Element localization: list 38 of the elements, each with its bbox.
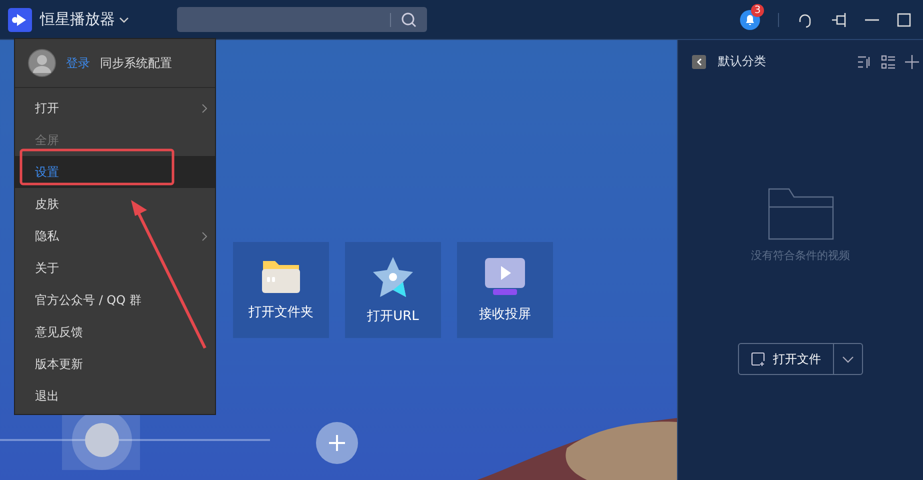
menu-item[interactable]: 隐私 — [15, 220, 215, 252]
logo-icon — [8, 8, 32, 32]
sort-icon[interactable] — [857, 54, 871, 68]
menu-item[interactable]: 关于 — [15, 252, 215, 284]
menu-item[interactable]: 打开 — [15, 92, 215, 124]
panel-title: 默认分类 — [718, 53, 766, 70]
caret-icon[interactable] — [119, 16, 129, 22]
quick-action-tile[interactable]: 接收投屏 — [457, 242, 553, 338]
plus-icon — [328, 434, 346, 452]
list-icon[interactable] — [881, 54, 895, 68]
notification-badge: 3 — [751, 4, 764, 16]
folder-icon — [261, 259, 301, 295]
collapse-button[interactable] — [692, 54, 706, 68]
add-icon[interactable] — [905, 54, 919, 68]
menu-item[interactable]: 设置 — [15, 156, 215, 188]
avatar-icon — [28, 49, 56, 77]
screen-play-icon — [484, 257, 526, 297]
quick-action-tile[interactable]: 打开URL — [345, 242, 441, 338]
maximize-icon[interactable] — [897, 12, 911, 26]
menu-item[interactable]: 版本更新 — [15, 348, 215, 380]
headset-icon[interactable] — [797, 12, 813, 28]
chevron-down-icon — [842, 356, 854, 362]
sync-label: 同步系统配置 — [100, 54, 172, 72]
minimize-icon[interactable] — [865, 18, 879, 20]
pin-icon[interactable] — [831, 12, 847, 28]
quick-action-tile[interactable]: 打开文件夹 — [233, 242, 329, 338]
chevron-left-icon — [696, 58, 702, 66]
add-button[interactable] — [316, 422, 358, 464]
empty-folder-icon — [768, 188, 834, 240]
menu-item[interactable]: 意见反馈 — [15, 316, 215, 348]
add-file-icon — [751, 352, 765, 366]
menu-item[interactable]: 皮肤 — [15, 188, 215, 220]
search-icon[interactable] — [401, 12, 417, 28]
app-name[interactable]: 恒星播放器 — [40, 10, 115, 29]
empty-message: 没有符合条件的视频 — [751, 248, 850, 263]
menu-item[interactable]: 官方公众号 / QQ 群 — [15, 284, 215, 316]
search-field[interactable] — [177, 7, 427, 32]
menu-item[interactable]: 退出 — [15, 380, 215, 412]
